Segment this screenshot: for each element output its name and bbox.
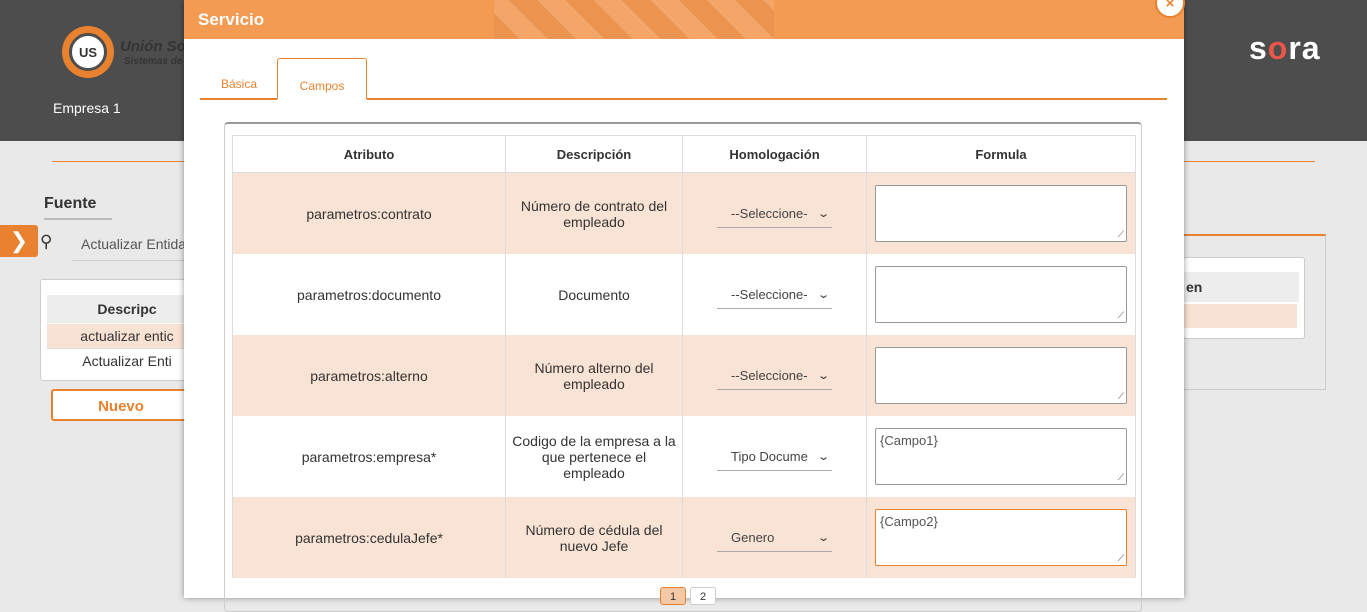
formula-textarea[interactable]: {Campo1} ⟋ [875,428,1127,485]
column-header-formula: Formula [866,135,1136,173]
homologacion-select[interactable]: --Seleccione- ⌄ [717,200,832,228]
table-row[interactable]: Actualizar Enti [47,348,207,373]
table-row: parametros:cedulaJefe* Número de cédula … [232,497,1136,578]
close-icon: × [1165,0,1175,12]
header-decoration [494,0,774,39]
chevron-down-icon: ⌄ [816,531,830,544]
homologacion-select[interactable]: --Seleccione- ⌄ [717,281,832,309]
chevron-right-icon: ❯ [9,228,29,253]
expand-sidebar-button[interactable]: ❯ [0,225,38,257]
search-icon[interactable]: ⚲ [40,232,52,252]
atributo-cell: parametros:contrato [232,172,506,254]
table-row[interactable]: actualizar entic [47,324,207,348]
homologacion-select[interactable]: Tipo Docume ⌄ [717,443,832,471]
section-title: Fuente [44,195,112,220]
descripcion-cell: Documento [505,254,683,335]
brand-title: Unión Sof [120,38,191,55]
table-row[interactable] [1184,304,1297,328]
table-header: en [1184,272,1299,302]
company-logo: US [62,26,114,78]
resize-grip-icon[interactable]: ⟋ [1118,472,1124,483]
sora-logo: sora [1249,30,1321,66]
tab-basica[interactable]: Básica [221,77,257,91]
descripcion-cell: Número alterno del empleado [505,335,683,416]
tab-campos[interactable]: Campos [277,58,367,100]
descripcion-cell: Codigo de la empresa a la que pertenece … [505,416,683,497]
modal-title: Servicio [198,10,265,29]
fields-table: Atributo Descripción Homologación Formul… [232,135,1136,578]
brand-subtitle: Sistemas de [124,56,183,67]
homologacion-select[interactable]: Genero ⌄ [717,524,832,552]
table-header: Descripc [47,295,207,323]
atributo-cell: parametros:alterno [232,335,506,416]
resize-grip-icon[interactable]: ⟋ [1118,310,1124,321]
background-table: Descripc actualizar entic Actualizar Ent… [40,279,207,381]
formula-textarea[interactable]: ⟋ [875,185,1127,242]
chevron-down-icon: ⌄ [816,450,830,463]
homologacion-select[interactable]: --Seleccione- ⌄ [717,362,832,390]
resize-grip-icon[interactable]: ⟋ [1118,553,1124,564]
modal-header: Servicio [184,0,1184,39]
atributo-cell: parametros:empresa* [232,416,506,497]
formula-textarea[interactable]: {Campo2} ⟋ [875,509,1127,566]
resize-grip-icon[interactable]: ⟋ [1118,229,1124,240]
formula-textarea[interactable]: ⟋ [875,347,1127,404]
chevron-down-icon: ⌄ [816,288,830,301]
page-button[interactable]: 2 [690,587,716,605]
resize-grip-icon[interactable]: ⟋ [1118,391,1124,402]
descripcion-cell: Número de cédula del nuevo Jefe [505,497,683,578]
table-row: parametros:contrato Número de contrato d… [232,172,1136,254]
table-row: parametros:documento Documento --Selecci… [232,254,1136,335]
column-header-descripcion: Descripción [505,135,683,173]
column-header-atributo: Atributo [232,135,506,173]
atributo-cell: parametros:cedulaJefe* [232,497,506,578]
company-name[interactable]: Empresa 1 [53,100,121,116]
table-row: parametros:alterno Número alterno del em… [232,335,1136,416]
page-button[interactable]: 1 [660,587,686,605]
formula-textarea[interactable]: ⟋ [875,266,1127,323]
right-table: en [1183,257,1305,339]
new-button[interactable]: Nuevo [51,389,191,421]
search-input[interactable]: Actualizar Entida [72,227,192,261]
pagination: 1 2 [660,587,716,605]
chevron-down-icon: ⌄ [816,207,830,220]
atributo-cell: parametros:documento [232,254,506,335]
column-header-homologacion: Homologación [682,135,867,173]
descripcion-cell: Número de contrato del empleado [505,172,683,254]
chevron-down-icon: ⌄ [816,369,830,382]
service-modal: Servicio Básica Campos Atributo Descripc… [184,0,1184,612]
table-row: parametros:empresa* Codigo de la empresa… [232,416,1136,497]
